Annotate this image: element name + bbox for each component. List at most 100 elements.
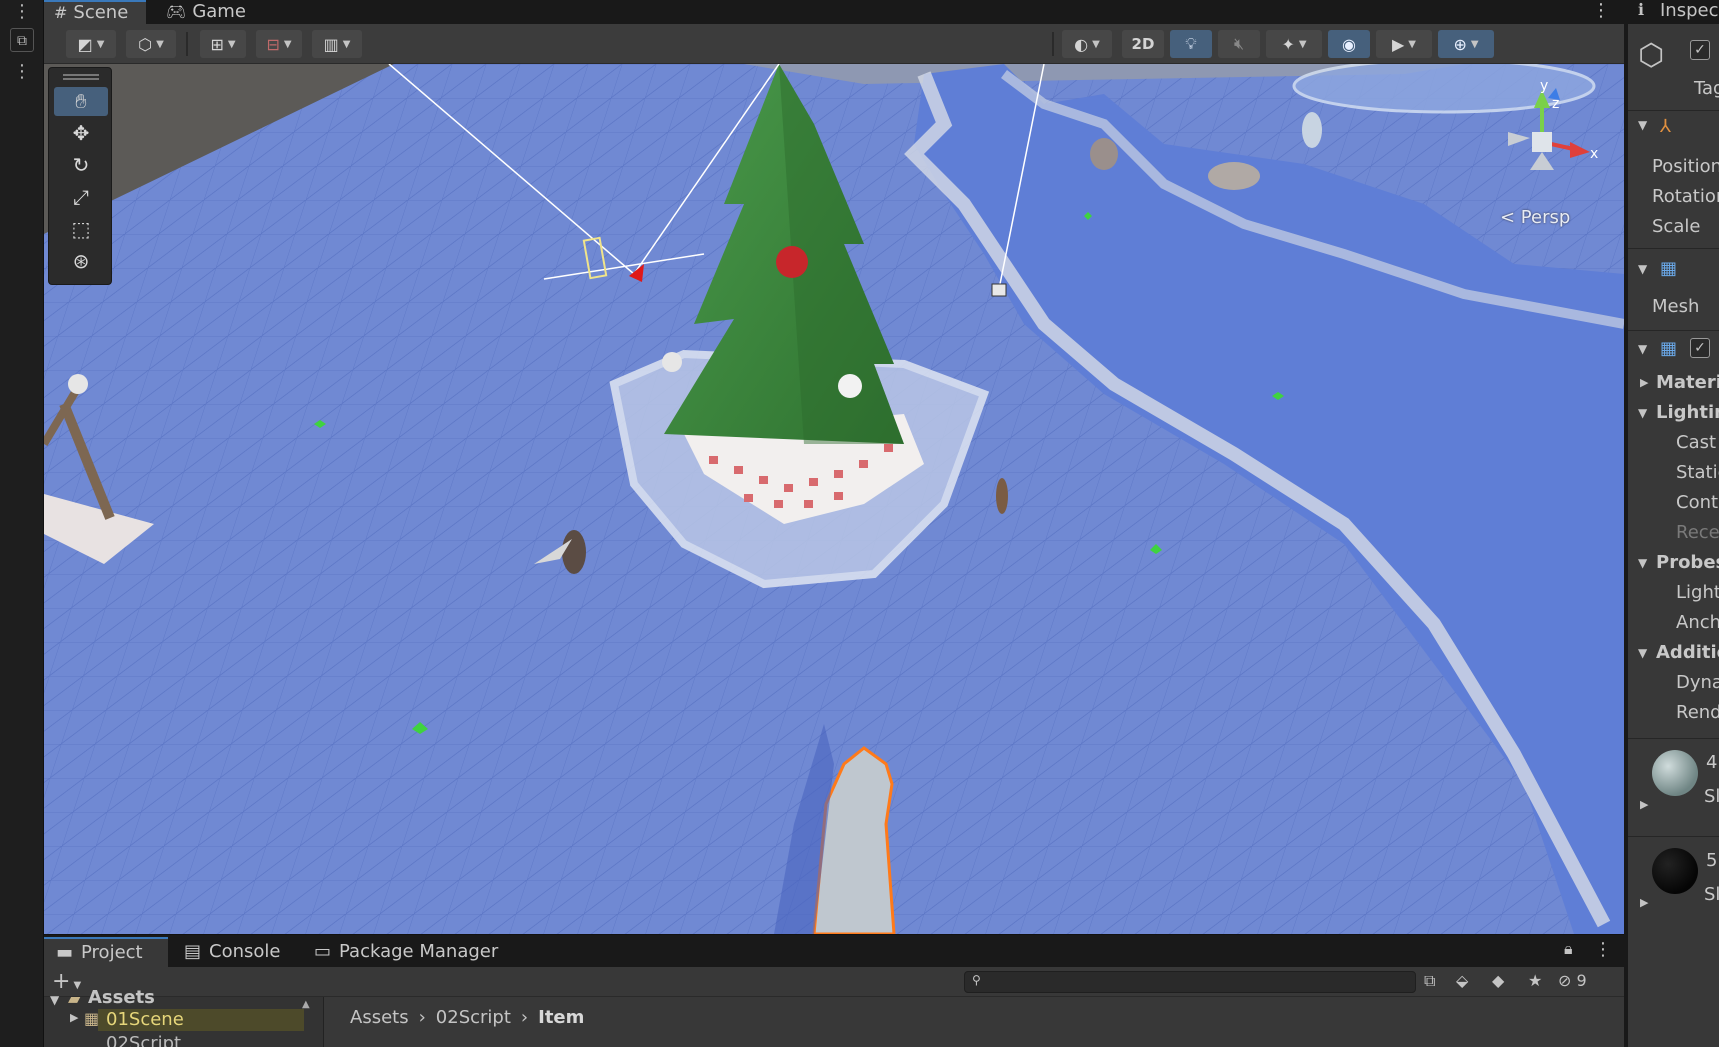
search-by-type-icon[interactable]: ⧉ [1424,971,1435,991]
maximize-icon[interactable]: ⧉ [10,28,34,52]
chevron-down-icon[interactable]: ▼ [50,993,59,1007]
grid-visibility-button[interactable]: ▥ ▼ [312,30,362,58]
chevron-right-icon[interactable]: ▶ [70,1011,78,1024]
tab-package-manager[interactable]: ▭ Package Manager [302,937,512,967]
lighting-section[interactable]: Lightin [1656,402,1719,423]
rect-icon: ⬚ [71,217,91,241]
toolbar-divider [1052,32,1054,56]
chevron-down-icon: ▼ [156,38,164,50]
filter-type-icon[interactable]: ⬙ [1456,971,1468,990]
project-toolbar: + ▼ ⚲ ⧉ ⬙ ◆ ★ ⊘ 9 [44,967,1624,997]
scene-viewport[interactable] [44,64,1624,934]
lightbulb-icon: 💡︎ [1185,34,1197,53]
rotate-tool-button[interactable]: ↻ [54,151,108,180]
material-index: 4 [1706,752,1718,773]
gamepad-icon: 🎮︎ [166,2,187,21]
chevron-down-icon[interactable]: ▼ [1638,118,1647,132]
audio-toggle[interactable]: 🔇︎ [1218,30,1260,58]
tab-project[interactable]: ▬ Project [44,937,168,967]
renderer-enabled-checkbox[interactable]: ✓ [1690,338,1710,358]
additional-settings-section[interactable]: Additio [1656,642,1719,663]
chevron-down-icon[interactable]: ▼ [1638,556,1647,570]
rotate-icon: ↻ [72,153,90,177]
chevron-down-icon: ▼ [1092,38,1100,50]
gizmo-icon: ⊕ [1453,34,1467,54]
tab-scene[interactable]: # Scene [44,0,146,24]
x-axis-cone[interactable] [1570,142,1590,158]
more-icon[interactable]: ⋮ [1592,0,1610,21]
projection-toggle[interactable]: < Persp [1500,207,1570,228]
material-shader: Sl [1704,786,1719,807]
tab-game[interactable]: 🎮︎ Game [156,0,256,24]
mode-2d-button[interactable]: 2D [1122,30,1164,58]
divider [1628,836,1719,837]
grid-snap-button[interactable]: ⊞ ▼ [200,30,246,58]
orientation-gizmo[interactable]: y z x [1490,78,1610,228]
neg-y-cone[interactable] [1530,152,1554,170]
more-icon[interactable]: ⋮ [10,0,34,24]
scene-folder-icon: ▦ [84,1009,100,1028]
mesh-filter-icon: ▦ [1660,258,1678,279]
neg-x-cone[interactable] [1508,132,1530,146]
gizmos-button[interactable]: ⊕ ▼ [1438,30,1494,58]
draw-mode-icon: ◩ [77,34,93,54]
breadcrumb-assets[interactable]: Assets [350,1007,409,1028]
rect-tool-button[interactable]: ⬚ [54,215,108,244]
tag-label: Tag [1694,78,1719,99]
tree-item-02script[interactable]: 02Script [106,1033,181,1047]
search-input[interactable] [964,971,1416,993]
move-tool-button[interactable]: ✥ [54,119,108,148]
hand-tool-button[interactable]: ✋︎ [54,87,108,116]
more-icon[interactable]: ⋮ [1594,939,1612,960]
material-preview-sphere[interactable] [1652,848,1698,894]
tools-palette: ✋︎ ✥ ↻ ⤢ ⬚ ⊛ [48,67,112,285]
tab-console[interactable]: ▤ Console [172,937,292,967]
tab-label: Console [209,941,281,962]
chevron-down-icon: ▼ [1470,38,1479,50]
inspector-tab-bar: ℹ︎ Inspec [1628,0,1719,24]
tab-inspector[interactable]: Inspec [1660,0,1719,21]
bottom-tab-bar: ▬ Project ▤ Console ▭ Package Manager 🔒︎… [44,935,1624,967]
camera-settings-button[interactable]: ▶ ▼ [1376,30,1432,58]
gizmo-center-cube[interactable] [1532,132,1552,152]
label-icon[interactable]: ◆ [1492,971,1504,990]
more-icon[interactable]: ⋮ [10,60,34,84]
star-icon[interactable]: ★ [1528,971,1542,990]
hash-icon: # [54,3,68,22]
material-preview-sphere[interactable] [1652,750,1698,796]
breadcrumb-02script[interactable]: 02Script [436,1007,511,1028]
shading-mode-button[interactable]: ◐ ▼ [1062,30,1112,58]
chevron-right-icon[interactable]: ▶ [1640,896,1648,909]
y-axis-label: y [1540,78,1548,94]
scroll-up-icon[interactable]: ▲ [302,999,310,1010]
chevron-down-icon[interactable]: ▼ [1638,406,1647,420]
chevron-right-icon[interactable]: ▶ [1640,376,1648,389]
search-icon: ⚲ [972,973,981,987]
hidden-packages-button[interactable]: ⊘ 9 [1558,971,1587,990]
chevron-down-icon[interactable]: ▼ [1638,646,1647,660]
chevron-down-icon[interactable]: ▼ [1638,262,1647,276]
transform-tool-button[interactable]: ⊛ [54,247,108,276]
material-shader: Sl [1704,884,1719,905]
chevron-down-icon[interactable]: ▼ [1638,342,1647,356]
draw-mode-button[interactable]: ◩ ▼ [66,30,116,58]
lighting-toggle[interactable]: 💡︎ [1170,30,1212,58]
project-body: ▼ ▰ Assets ▶ ▦ 01Scene 02Script ▲ Assets… [44,987,1624,1047]
increment-snap-button[interactable]: ⊟ ▼ [256,30,302,58]
camera-gizmo [991,283,1007,297]
scene-visibility-toggle[interactable]: ◉ [1328,30,1370,58]
palette-grip[interactable] [63,74,99,80]
breadcrumb-item[interactable]: Item [538,1007,584,1028]
materials-section[interactable]: Materia [1656,372,1719,393]
render-mode-button[interactable]: ⬡ ▼ [126,30,176,58]
scale-tool-button[interactable]: ⤢ [54,183,108,212]
probes-section[interactable]: Probes [1656,552,1719,573]
tree-item-assets[interactable]: Assets [88,987,155,1008]
tree-item-01scene[interactable]: 01Scene [106,1009,184,1030]
chevron-right-icon[interactable]: ▶ [1640,798,1648,811]
lock-icon[interactable]: 🔒︎ [1564,939,1573,959]
static-shadow-label: Static [1676,462,1719,483]
active-checkbox[interactable]: ✓ [1690,40,1710,60]
material-index: 5 [1706,850,1718,871]
effects-toggle[interactable]: ✦ ▼ [1266,30,1322,58]
